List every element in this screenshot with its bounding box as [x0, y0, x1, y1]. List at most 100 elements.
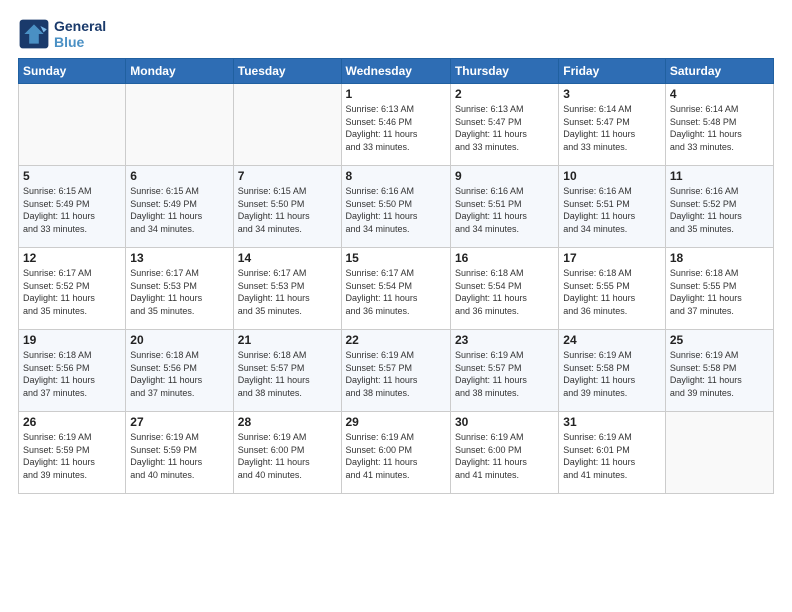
- calendar-cell: 26Sunrise: 6:19 AM Sunset: 5:59 PM Dayli…: [19, 412, 126, 494]
- day-info: Sunrise: 6:19 AM Sunset: 6:00 PM Dayligh…: [455, 431, 554, 481]
- day-info: Sunrise: 6:18 AM Sunset: 5:55 PM Dayligh…: [563, 267, 661, 317]
- calendar-cell: 30 Sunrise: 6:19 AM Sunset: 6:00 PM Dayli…: [450, 412, 558, 494]
- day-number: 11: [670, 169, 769, 183]
- day-info: Sunrise: 6:19 AM Sunset: 5:59 PM Dayligh…: [130, 431, 228, 481]
- day-number: 10: [563, 169, 661, 183]
- weekday-header-saturday: Saturday: [665, 59, 773, 84]
- calendar-cell: 22 Sunrise: 6:19 AM Sunset: 5:57 PM Dayli…: [341, 330, 450, 412]
- day-info: Sunrise: 6:14 AM Sunset: 5:48 PM Dayligh…: [670, 103, 769, 153]
- calendar-cell: 20 Sunrise: 6:18 AM Sunset: 5:56 PM Dayli…: [126, 330, 233, 412]
- logo: General Blue: [18, 18, 106, 50]
- day-number: 17: [563, 251, 661, 265]
- day-number: 23: [455, 333, 554, 347]
- day-info: Sunrise: 6:19 AM Sunset: 5:57 PM Dayligh…: [455, 349, 554, 399]
- day-info: Sunrise: 6:18 AM Sunset: 5:56 PM Dayligh…: [130, 349, 228, 399]
- calendar-cell: 15 Sunrise: 6:17 AM Sunset: 5:54 PM Dayli…: [341, 248, 450, 330]
- calendar-cell: 13Sunrise: 6:17 AM Sunset: 5:53 PM Dayli…: [126, 248, 233, 330]
- calendar-cell: 18 Sunrise: 6:18 AM Sunset: 5:55 PM Dayli…: [665, 248, 773, 330]
- day-info: Sunrise: 6:17 AM Sunset: 5:53 PM Dayligh…: [238, 267, 337, 317]
- calendar-cell: [665, 412, 773, 494]
- calendar-cell: 8 Sunrise: 6:16 AM Sunset: 5:50 PM Daylig…: [341, 166, 450, 248]
- calendar-cell: 29Sunrise: 6:19 AM Sunset: 6:00 PM Dayli…: [341, 412, 450, 494]
- page: General Blue SundayMondayTuesdayWednesda…: [0, 0, 792, 612]
- day-number: 22: [346, 333, 446, 347]
- day-number: 25: [670, 333, 769, 347]
- day-info: Sunrise: 6:17 AM Sunset: 5:52 PM Dayligh…: [23, 267, 121, 317]
- day-number: 15: [346, 251, 446, 265]
- day-number: 8: [346, 169, 446, 183]
- week-row-4: 19 Sunrise: 6:18 AM Sunset: 5:56 PM Dayli…: [19, 330, 774, 412]
- day-info: Sunrise: 6:15 AM Sunset: 5:49 PM Dayligh…: [130, 185, 228, 235]
- calendar-cell: 3 Sunrise: 6:14 AM Sunset: 5:47 PM Daylig…: [559, 84, 666, 166]
- day-number: 1: [346, 87, 446, 101]
- calendar-cell: 25 Sunrise: 6:19 AM Sunset: 5:58 PM Dayli…: [665, 330, 773, 412]
- calendar-cell: 31 Sunrise: 6:19 AM Sunset: 6:01 PM Dayli…: [559, 412, 666, 494]
- day-info: Sunrise: 6:18 AM Sunset: 5:55 PM Dayligh…: [670, 267, 769, 317]
- calendar-cell: 6Sunrise: 6:15 AM Sunset: 5:49 PM Daylig…: [126, 166, 233, 248]
- day-number: 21: [238, 333, 337, 347]
- day-info: Sunrise: 6:19 AM Sunset: 6:00 PM Dayligh…: [346, 431, 446, 481]
- weekday-header-sunday: Sunday: [19, 59, 126, 84]
- day-info: Sunrise: 6:13 AM Sunset: 5:46 PM Dayligh…: [346, 103, 446, 153]
- calendar-cell: 14Sunrise: 6:17 AM Sunset: 5:53 PM Dayli…: [233, 248, 341, 330]
- calendar-cell: 11Sunrise: 6:16 AM Sunset: 5:52 PM Dayli…: [665, 166, 773, 248]
- week-row-2: 5Sunrise: 6:15 AM Sunset: 5:49 PM Daylig…: [19, 166, 774, 248]
- day-info: Sunrise: 6:19 AM Sunset: 6:01 PM Dayligh…: [563, 431, 661, 481]
- week-row-1: 1 Sunrise: 6:13 AM Sunset: 5:46 PM Daylig…: [19, 84, 774, 166]
- weekday-header-thursday: Thursday: [450, 59, 558, 84]
- logo-icon: [18, 18, 50, 50]
- calendar-cell: 9Sunrise: 6:16 AM Sunset: 5:51 PM Daylig…: [450, 166, 558, 248]
- weekday-header-wednesday: Wednesday: [341, 59, 450, 84]
- calendar-cell: 21 Sunrise: 6:18 AM Sunset: 5:57 PM Dayli…: [233, 330, 341, 412]
- calendar-cell: 12 Sunrise: 6:17 AM Sunset: 5:52 PM Dayli…: [19, 248, 126, 330]
- day-number: 24: [563, 333, 661, 347]
- day-info: Sunrise: 6:19 AM Sunset: 5:58 PM Dayligh…: [670, 349, 769, 399]
- header: General Blue: [18, 18, 774, 50]
- calendar-cell: 19 Sunrise: 6:18 AM Sunset: 5:56 PM Dayli…: [19, 330, 126, 412]
- day-number: 26: [23, 415, 121, 429]
- day-info: Sunrise: 6:14 AM Sunset: 5:47 PM Dayligh…: [563, 103, 661, 153]
- logo-text: General Blue: [54, 18, 106, 50]
- day-number: 28: [238, 415, 337, 429]
- calendar-cell: 16 Sunrise: 6:18 AM Sunset: 5:54 PM Dayli…: [450, 248, 558, 330]
- day-number: 19: [23, 333, 121, 347]
- day-info: Sunrise: 6:18 AM Sunset: 5:56 PM Dayligh…: [23, 349, 121, 399]
- day-info: Sunrise: 6:18 AM Sunset: 5:57 PM Dayligh…: [238, 349, 337, 399]
- day-number: 12: [23, 251, 121, 265]
- week-row-3: 12 Sunrise: 6:17 AM Sunset: 5:52 PM Dayli…: [19, 248, 774, 330]
- day-number: 16: [455, 251, 554, 265]
- calendar-cell: 5Sunrise: 6:15 AM Sunset: 5:49 PM Daylig…: [19, 166, 126, 248]
- calendar-cell: 10 Sunrise: 6:16 AM Sunset: 5:51 PM Dayli…: [559, 166, 666, 248]
- calendar-cell: 28Sunrise: 6:19 AM Sunset: 6:00 PM Dayli…: [233, 412, 341, 494]
- day-info: Sunrise: 6:19 AM Sunset: 5:57 PM Dayligh…: [346, 349, 446, 399]
- calendar-cell: [126, 84, 233, 166]
- day-info: Sunrise: 6:17 AM Sunset: 5:53 PM Dayligh…: [130, 267, 228, 317]
- day-info: Sunrise: 6:18 AM Sunset: 5:54 PM Dayligh…: [455, 267, 554, 317]
- weekday-header-row: SundayMondayTuesdayWednesdayThursdayFrid…: [19, 59, 774, 84]
- day-number: 30: [455, 415, 554, 429]
- day-number: 31: [563, 415, 661, 429]
- day-number: 9: [455, 169, 554, 183]
- day-number: 4: [670, 87, 769, 101]
- day-number: 18: [670, 251, 769, 265]
- day-info: Sunrise: 6:15 AM Sunset: 5:50 PM Dayligh…: [238, 185, 337, 235]
- calendar-cell: [19, 84, 126, 166]
- day-info: Sunrise: 6:19 AM Sunset: 5:58 PM Dayligh…: [563, 349, 661, 399]
- day-number: 7: [238, 169, 337, 183]
- calendar-cell: 2Sunrise: 6:13 AM Sunset: 5:47 PM Daylig…: [450, 84, 558, 166]
- day-number: 27: [130, 415, 228, 429]
- day-info: Sunrise: 6:15 AM Sunset: 5:49 PM Dayligh…: [23, 185, 121, 235]
- week-row-5: 26 Sunrise: 6:19 AM Sunset: 5:59 PM Dayli…: [19, 412, 774, 494]
- day-info: Sunrise: 6:17 AM Sunset: 5:54 PM Dayligh…: [346, 267, 446, 317]
- calendar-cell: 23 Sunrise: 6:19 AM Sunset: 5:57 PM Dayli…: [450, 330, 558, 412]
- calendar-cell: [233, 84, 341, 166]
- calendar-cell: 4 Sunrise: 6:14 AM Sunset: 5:48 PM Daylig…: [665, 84, 773, 166]
- day-info: Sunrise: 6:16 AM Sunset: 5:50 PM Dayligh…: [346, 185, 446, 235]
- calendar-cell: 27 Sunrise: 6:19 AM Sunset: 5:59 PM Dayli…: [126, 412, 233, 494]
- day-number: 20: [130, 333, 228, 347]
- calendar-table: SundayMondayTuesdayWednesdayThursdayFrid…: [18, 58, 774, 494]
- day-number: 3: [563, 87, 661, 101]
- weekday-header-tuesday: Tuesday: [233, 59, 341, 84]
- calendar-cell: 1 Sunrise: 6:13 AM Sunset: 5:46 PM Daylig…: [341, 84, 450, 166]
- day-info: Sunrise: 6:16 AM Sunset: 5:51 PM Dayligh…: [563, 185, 661, 235]
